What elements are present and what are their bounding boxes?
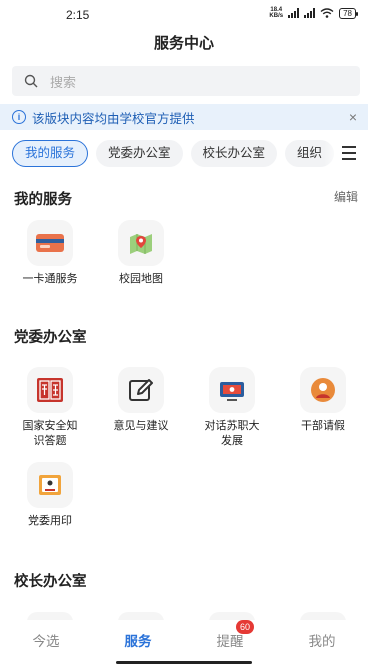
- battery-icon: 78: [339, 7, 358, 19]
- service-card-leave[interactable]: 干部请假: [281, 367, 365, 434]
- net-speed-unit: KB/s: [269, 13, 284, 19]
- signal-icon: [288, 8, 300, 18]
- service-card-dialogue[interactable]: 对话苏职大 发展: [190, 367, 274, 449]
- tab-today[interactable]: 今选: [0, 620, 92, 666]
- service-card-campus-map[interactable]: 校园地图: [99, 220, 183, 287]
- chip-my-services[interactable]: 我的服务: [12, 140, 89, 167]
- section-title-my-services: 我的服务: [14, 192, 72, 208]
- wifi-icon: [320, 8, 334, 18]
- section-title-party-office: 党委办公室: [14, 330, 87, 346]
- card-icon: [27, 220, 73, 266]
- tab-me[interactable]: 我的: [276, 620, 368, 666]
- signal-icon-2: [304, 8, 316, 18]
- presentation-icon: [209, 367, 255, 413]
- service-label-line-1: 对话苏职大: [204, 420, 260, 432]
- service-card-campus-card[interactable]: 一卡通服务: [8, 220, 92, 287]
- search-placeholder: 搜索: [50, 74, 77, 90]
- service-label-line-2: 识答题: [33, 435, 67, 447]
- tab-label: 今选: [32, 634, 60, 649]
- status-bar: 2:15 18.4 KB/s 78: [0, 0, 368, 30]
- net-speed: 18.4 KB/s: [269, 7, 283, 19]
- tab-label: 提醒: [216, 634, 244, 649]
- security-icon: [27, 367, 73, 413]
- notice-text: 该版块内容均由学校官方提供: [32, 111, 195, 126]
- chip-party-office[interactable]: 党委办公室: [96, 140, 183, 167]
- seal-icon: [27, 462, 73, 508]
- service-card-feedback[interactable]: 意见与建议: [99, 367, 183, 434]
- page-title: 服务中心: [153, 35, 214, 52]
- search-input[interactable]: 搜索: [12, 66, 360, 96]
- edit-icon: [118, 367, 164, 413]
- notice-banner: i 该版块内容均由学校官方提供 ×: [0, 104, 368, 130]
- service-label: 干部请假: [301, 420, 345, 432]
- service-label: 党委用印: [28, 515, 72, 527]
- service-card-seal[interactable]: 党委用印: [8, 462, 92, 529]
- tab-services[interactable]: 服务: [92, 620, 184, 666]
- service-label-line-2: 发展: [221, 435, 243, 447]
- category-chips: 我的服务 党委办公室 校长办公室 组织: [12, 140, 335, 167]
- tab-label: 我的: [308, 634, 336, 649]
- service-label-line-1: 国家安全知: [22, 420, 78, 432]
- status-icons: 18.4 KB/s 78: [269, 7, 358, 19]
- edit-button[interactable]: 编辑: [334, 188, 358, 205]
- service-label: 对话苏职大 发展: [190, 419, 274, 449]
- info-icon: i: [12, 110, 26, 124]
- tab-label: 服务: [124, 634, 152, 649]
- service-label: 意见与建议: [113, 420, 169, 432]
- service-card-security-quiz[interactable]: 国家安全知 识答题: [8, 367, 92, 449]
- service-label: 校园地图: [119, 273, 163, 285]
- status-time: 2:15: [66, 8, 90, 22]
- chip-president-office[interactable]: 校长办公室: [190, 140, 278, 167]
- menu-icon[interactable]: [342, 146, 356, 160]
- section-title-president-office: 校长办公室: [14, 574, 87, 590]
- map-icon: [118, 220, 164, 266]
- tab-reminders[interactable]: 提醒 60: [184, 620, 276, 666]
- service-label: 国家安全知 识答题: [8, 419, 92, 449]
- service-label: 一卡通服务: [22, 273, 78, 285]
- person-icon: [300, 367, 346, 413]
- notification-badge: 60: [236, 620, 255, 634]
- bottom-tab-bar: 今选 服务 提醒 60 我的: [0, 620, 368, 666]
- close-icon[interactable]: ×: [349, 109, 357, 125]
- search-icon: [24, 74, 38, 88]
- home-indicator: [116, 661, 252, 664]
